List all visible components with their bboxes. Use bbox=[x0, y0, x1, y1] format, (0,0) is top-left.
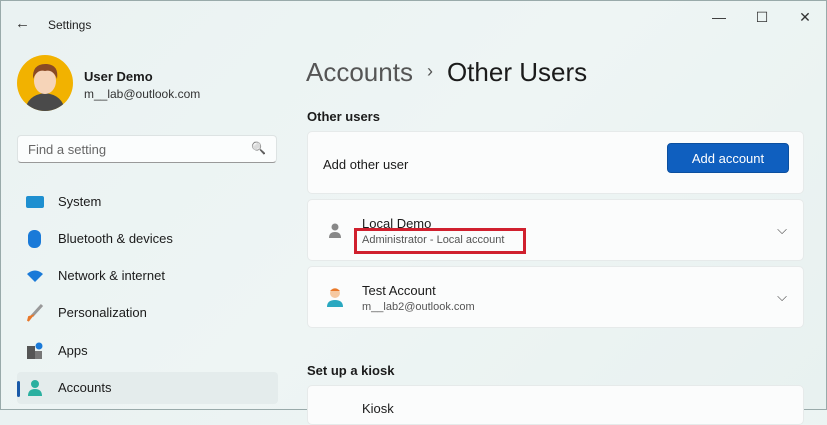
user-icon bbox=[329, 223, 341, 238]
user-avatar-icon bbox=[327, 288, 343, 307]
page-title: Other Users bbox=[446, 57, 588, 87]
brush-icon bbox=[27, 304, 44, 322]
sidebar-item-personalization[interactable]: Personalization bbox=[17, 297, 278, 329]
other-users-heading: Other users bbox=[307, 109, 380, 124]
sidebar-item-label: Network & internet bbox=[58, 268, 165, 283]
apps-icon bbox=[27, 342, 43, 359]
system-icon bbox=[26, 196, 44, 208]
breadcrumb: Accounts › Other Users bbox=[306, 57, 587, 88]
sidebar-item-network[interactable]: Network & internet bbox=[17, 260, 278, 292]
chevron-down-icon[interactable]: ⌵ bbox=[777, 222, 787, 238]
user-avatar-icon bbox=[25, 63, 65, 111]
kiosk-label: Kiosk bbox=[362, 401, 394, 416]
active-indicator bbox=[17, 381, 20, 397]
sidebar-item-label: Accounts bbox=[58, 380, 112, 395]
add-account-button[interactable]: Add account bbox=[667, 143, 789, 173]
sidebar-item-label: Personalization bbox=[58, 305, 147, 320]
user-card-test-account[interactable]: Test Account m__lab2@outlook.com ⌵ bbox=[307, 266, 804, 328]
sidebar-item-bluetooth[interactable]: Bluetooth & devices bbox=[17, 223, 278, 255]
sidebar-item-system[interactable]: System bbox=[17, 186, 278, 218]
breadcrumb-parent[interactable]: Accounts bbox=[306, 57, 413, 87]
add-user-card: Add other user Add account bbox=[307, 131, 804, 194]
user-name: User Demo bbox=[84, 69, 153, 84]
sidebar-item-apps[interactable]: Apps bbox=[17, 335, 278, 367]
search-placeholder: Find a setting bbox=[28, 142, 107, 157]
minimize-button[interactable]: — bbox=[704, 9, 734, 25]
kiosk-card[interactable]: Kiosk bbox=[307, 385, 804, 425]
close-button[interactable]: ✕ bbox=[790, 9, 820, 26]
breadcrumb-separator: › bbox=[426, 61, 433, 81]
user-name: Test Account bbox=[362, 283, 436, 298]
maximize-button[interactable]: ☐ bbox=[747, 9, 777, 26]
kiosk-heading: Set up a kiosk bbox=[307, 363, 395, 378]
add-other-user-label: Add other user bbox=[323, 157, 409, 172]
chevron-down-icon[interactable]: ⌵ bbox=[777, 289, 787, 305]
search-icon: 🔍 bbox=[251, 141, 266, 155]
user-email: m__lab@outlook.com bbox=[84, 87, 201, 101]
sidebar-item-accounts[interactable]: Accounts bbox=[17, 372, 278, 404]
highlight-box bbox=[354, 228, 526, 254]
sidebar-item-label: System bbox=[58, 194, 102, 209]
app-title: Settings bbox=[48, 18, 92, 32]
sidebar-item-label: Apps bbox=[58, 343, 88, 358]
title-bar: ← Settings — ☐ ✕ bbox=[1, 1, 827, 47]
bluetooth-icon bbox=[28, 230, 41, 248]
sidebar-item-label: Bluetooth & devices bbox=[58, 231, 173, 246]
wifi-icon bbox=[27, 270, 43, 282]
avatar[interactable] bbox=[17, 55, 73, 111]
accounts-icon bbox=[28, 380, 42, 396]
user-detail: m__lab2@outlook.com bbox=[362, 301, 475, 313]
search-input[interactable]: Find a setting 🔍 bbox=[17, 135, 277, 163]
back-button[interactable]: ← bbox=[15, 15, 30, 32]
